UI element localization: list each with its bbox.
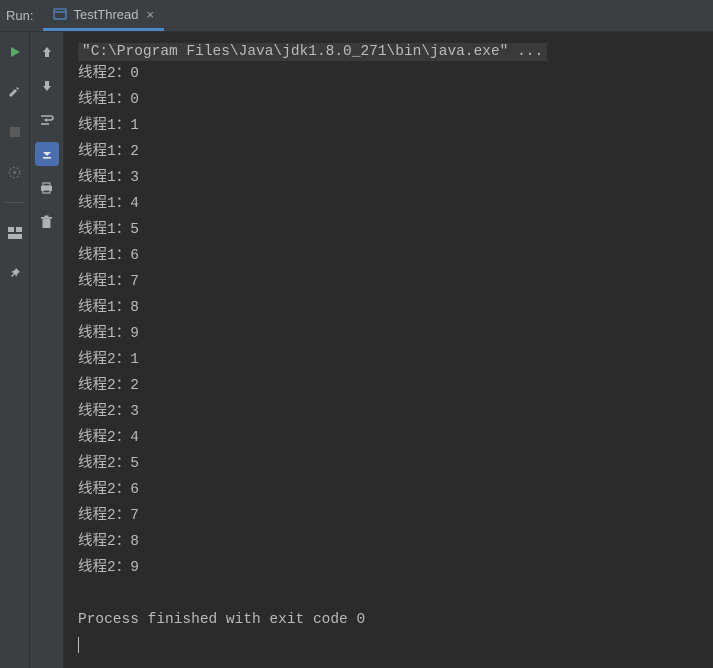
up-stack-button[interactable] [35,40,59,64]
application-icon [53,7,67,21]
output-line: Process finished with exit code 0 [78,607,703,633]
scroll-to-end-button[interactable] [35,142,59,166]
output-line: 线程1：3 [78,165,703,191]
run-outer-toolbar [0,32,30,668]
close-icon[interactable]: × [147,8,155,21]
output-line: 线程2：1 [78,347,703,373]
output-line [78,581,703,607]
output-line: 线程2：3 [78,399,703,425]
run-tab[interactable]: TestThread × [43,0,164,31]
pin-button[interactable] [3,261,27,285]
layout-button[interactable] [3,221,27,245]
output-line: 线程1：8 [78,295,703,321]
output-line: 线程2：4 [78,425,703,451]
output-line: 线程2：2 [78,373,703,399]
clear-all-button[interactable] [35,210,59,234]
output-line: 线程2：5 [78,451,703,477]
output-line: 线程1：4 [78,191,703,217]
run-label: Run: [0,0,43,31]
output-line: 线程2：6 [78,477,703,503]
output-line: 线程1：9 [78,321,703,347]
output-line: 线程1：2 [78,139,703,165]
output-line: 线程2：7 [78,503,703,529]
soft-wrap-button[interactable] [35,108,59,132]
output-line: 线程1：6 [78,243,703,269]
settings-button[interactable] [3,80,27,104]
stop-button[interactable] [3,120,27,144]
rerun-button[interactable] [3,40,27,64]
separator [5,202,25,203]
caret [78,637,79,653]
output-line: 线程2：0 [78,61,703,87]
output-line: 线程1：7 [78,269,703,295]
output-line: 线程1：5 [78,217,703,243]
output-line: 线程1：0 [78,87,703,113]
run-header: Run: TestThread × [0,0,713,32]
console-toolbar [30,32,64,668]
dump-threads-button[interactable] [3,160,27,184]
console-output[interactable]: "C:\Program Files\Java\jdk1.8.0_271\bin\… [64,32,713,668]
down-stack-button[interactable] [35,74,59,98]
output-line: 线程2：8 [78,529,703,555]
output-line: 线程1：1 [78,113,703,139]
output-line: 线程2：9 [78,555,703,581]
command-line: "C:\Program Files\Java\jdk1.8.0_271\bin\… [78,43,547,61]
print-button[interactable] [35,176,59,200]
tab-label: TestThread [73,7,138,22]
